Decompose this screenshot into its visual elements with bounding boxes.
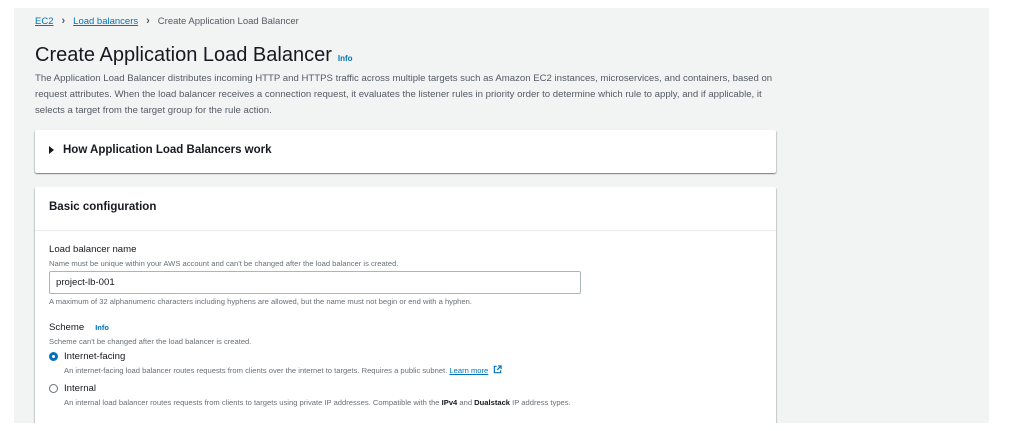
breadcrumb-load-balancers[interactable]: Load balancers: [73, 16, 138, 27]
breadcrumb-ec2[interactable]: EC2: [35, 16, 53, 27]
lb-name-constraint: A maximum of 32 alphanumeric characters …: [49, 297, 472, 306]
lb-name-description: Name must be unique within your AWS acco…: [49, 259, 399, 268]
scheme-option-internal[interactable]: Internal: [49, 383, 96, 394]
internal-description-pre: An internal load balancer routes request…: [64, 398, 442, 407]
page-title: Create Application Load Balancer: [35, 44, 332, 66]
chevron-right-icon: ›: [61, 15, 66, 27]
basic-configuration-title: Basic configuration: [35, 187, 776, 231]
radio-internal[interactable]: [49, 384, 58, 393]
page-info-link[interactable]: Info: [338, 54, 353, 63]
learn-more-link[interactable]: Learn more: [449, 366, 488, 375]
scheme-description: Scheme can't be changed after the load b…: [49, 337, 252, 346]
how-it-works-toggle[interactable]: How Application Load Balancers work: [49, 144, 272, 156]
internal-description-mid: and: [457, 398, 475, 407]
internal-description: An internal load balancer routes request…: [64, 397, 584, 408]
breadcrumb-current: Create Application Load Balancer: [157, 15, 299, 27]
lb-name-label: Load balancer name: [49, 244, 137, 255]
page-canvas: EC2 › Load balancers › Create Applicatio…: [14, 8, 989, 423]
lb-name-input[interactable]: [49, 271, 581, 294]
scheme-label: Scheme: [49, 322, 85, 333]
internet-facing-label: Internet-facing: [64, 351, 126, 362]
internal-label: Internal: [64, 383, 96, 394]
page-description: The Application Load Balancer distribute…: [35, 73, 773, 116]
scheme-info-link[interactable]: Info: [95, 323, 109, 332]
ipv4-label: IPv4: [441, 398, 458, 407]
how-it-works-label: How Application Load Balancers work: [63, 144, 272, 156]
scheme-option-internet-facing[interactable]: Internet-facing: [49, 351, 125, 362]
radio-internet-facing[interactable]: [49, 352, 58, 361]
breadcrumb: EC2 › Load balancers › Create Applicatio…: [35, 15, 299, 27]
caret-right-icon: [49, 146, 54, 154]
chevron-right-icon: ›: [146, 15, 150, 27]
internet-facing-description-text: An internet-facing load balancer routes …: [64, 366, 448, 375]
how-it-works-panel: How Application Load Balancers work: [35, 130, 776, 173]
internal-description-post: IP address types.: [510, 398, 571, 407]
scheme-header: Scheme Info: [49, 322, 109, 333]
external-link-icon[interactable]: [493, 365, 503, 374]
page-header: Create Application Load Balancer Info: [35, 44, 353, 67]
dualstack-label: Dualstack: [474, 398, 511, 407]
internet-facing-description: An internet-facing load balancer routes …: [64, 365, 584, 376]
